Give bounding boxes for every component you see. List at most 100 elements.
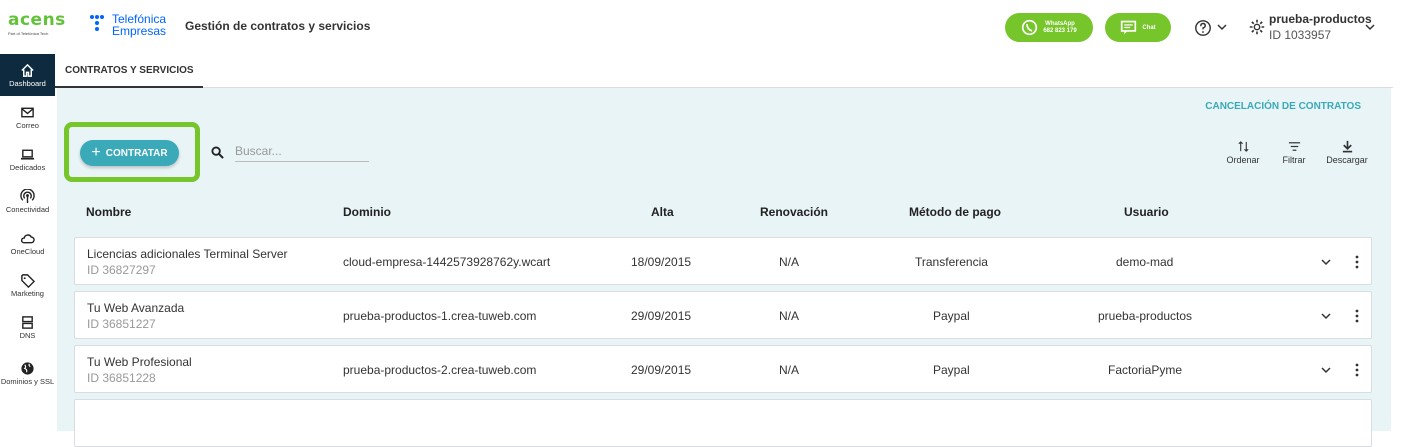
table-row[interactable]: Tu Web Profesional ID 36851228 prueba-pr… (74, 345, 1372, 393)
row-renovacion: N/A (779, 309, 800, 323)
more-options-icon[interactable] (1355, 254, 1359, 270)
table-row[interactable]: Licencias adicionales Terminal Server ID… (74, 237, 1372, 285)
signal-icon (20, 188, 35, 203)
tab-contratos-servicios[interactable]: CONTRATOS Y SERVICIOS (55, 54, 203, 88)
user-id: ID 1033957 (1269, 28, 1332, 42)
whatsapp-label: WhatsApp (1045, 20, 1075, 27)
row-domain: cloud-empresa-1442573928762y.wcart (343, 255, 551, 269)
app-title: Gestión de contratos y servicios (185, 19, 371, 33)
help-chevron-down-icon[interactable] (1217, 23, 1227, 31)
filter-button[interactable]: Filtrar (1272, 140, 1316, 165)
sidebar: Dashboard Correo Dedicados Conectividad … (0, 54, 55, 431)
column-header-alta[interactable]: Alta (651, 205, 674, 219)
sidebar-item-marketing[interactable]: Marketing (0, 264, 55, 306)
download-icon (1342, 140, 1352, 153)
server-icon (22, 315, 33, 329)
sidebar-item-dominios[interactable]: Dominios y SSL (0, 348, 55, 398)
brand-subtitle: Part of Telefónica Tech (8, 31, 49, 36)
filter-label: Filtrar (1282, 155, 1306, 165)
telefonica-dots-icon (90, 15, 108, 35)
search-input[interactable] (235, 140, 369, 162)
row-domain: prueba-productos-2.crea-tuweb.com (343, 363, 537, 377)
sidebar-item-label: DNS (19, 330, 36, 340)
column-header-metodo-pago[interactable]: Método de pago (909, 205, 1001, 219)
globe-icon (21, 361, 34, 375)
row-alta: 29/09/2015 (631, 363, 692, 377)
sidebar-item-correo[interactable]: Correo (0, 96, 55, 138)
sidebar-item-label: OneCloud (10, 246, 45, 256)
tag-icon (21, 273, 35, 288)
row-id: ID 36827297 (87, 263, 156, 277)
expand-chevron-down-icon[interactable] (1321, 312, 1331, 320)
home-icon (21, 63, 34, 77)
top-bar: acens Part of Telefónica Tech Telefónica… (0, 0, 1428, 54)
sidebar-item-label: Dashboard (9, 78, 46, 88)
sidebar-item-label: Dominios y SSL (0, 376, 55, 386)
column-header-dominio[interactable]: Dominio (343, 205, 391, 219)
filter-icon (1288, 142, 1300, 151)
row-name: Tu Web Profesional (87, 355, 192, 369)
cancel-contracts-link[interactable]: CANCELACIÓN DE CONTRATOS (1205, 101, 1361, 112)
expand-chevron-down-icon[interactable] (1321, 366, 1331, 374)
row-id: ID 36851227 (87, 317, 156, 331)
row-renovacion: N/A (779, 255, 800, 269)
laptop-icon (20, 149, 35, 160)
column-header-renovacion[interactable]: Renovación (760, 205, 828, 219)
sidebar-item-onecloud[interactable]: OneCloud (0, 222, 55, 264)
sidebar-item-dashboard[interactable]: Dashboard (0, 54, 55, 96)
chat-label: Chat (1142, 24, 1156, 31)
sort-label: Ordenar (1226, 155, 1260, 165)
row-name: Licencias adicionales Terminal Server (87, 247, 288, 261)
column-header-nombre[interactable]: Nombre (86, 205, 131, 219)
contratar-button[interactable]: + CONTRATAR (80, 140, 179, 166)
table-row[interactable]: Tu Web Avanzada ID 36851227 prueba-produ… (74, 291, 1372, 339)
whatsapp-number: 682 823 179 (1043, 27, 1077, 34)
row-domain: prueba-productos-1.crea-tuweb.com (343, 309, 537, 323)
column-header-usuario[interactable]: Usuario (1124, 205, 1169, 219)
row-metodo-pago: Paypal (933, 309, 970, 323)
row-metodo-pago: Paypal (933, 363, 970, 377)
row-usuario: demo-mad (1116, 255, 1174, 269)
user-name[interactable]: prueba-productos (1269, 12, 1372, 26)
help-icon[interactable] (1194, 19, 1212, 37)
user-menu-chevron-down-icon[interactable] (1365, 23, 1375, 31)
more-options-icon[interactable] (1355, 308, 1359, 324)
row-alta: 29/09/2015 (631, 309, 692, 323)
mail-icon (21, 107, 34, 117)
download-button[interactable]: Descargar (1322, 140, 1372, 165)
row-metodo-pago: Transferencia (915, 255, 988, 269)
row-usuario: FactoriaPyme (1108, 363, 1183, 377)
sidebar-item-conectividad[interactable]: Conectividad (0, 180, 55, 222)
row-usuario: prueba-productos (1098, 309, 1193, 323)
brand-name: acens (8, 10, 66, 30)
sidebar-item-dns[interactable]: DNS (0, 306, 55, 348)
expand-chevron-down-icon[interactable] (1321, 258, 1331, 266)
whatsapp-icon (1022, 19, 1038, 36)
main-panel: CANCELACIÓN DE CONTRATOS + CONTRATAR Ord… (57, 88, 1391, 447)
cloud-icon (20, 233, 35, 243)
table-header: Nombre Dominio Alta Renovación Método de… (57, 205, 1391, 219)
plus-icon: + (91, 144, 101, 161)
sidebar-item-label: Correo (16, 120, 39, 130)
chat-icon (1121, 20, 1137, 35)
tab-bar: CONTRATOS Y SERVICIOS (55, 54, 1393, 88)
partner-line2: Empresas (112, 24, 167, 38)
acens-logo[interactable]: acens Part of Telefónica Tech (8, 12, 70, 38)
more-options-icon[interactable] (1355, 362, 1359, 378)
download-label: Descargar (1326, 155, 1368, 165)
sidebar-item-label: Dedicados (9, 162, 46, 172)
sort-icon (1237, 141, 1249, 152)
gear-icon[interactable] (1248, 18, 1266, 36)
row-name: Tu Web Avanzada (87, 301, 185, 315)
row-alta: 18/09/2015 (631, 255, 692, 269)
search-icon (211, 146, 224, 159)
contratar-label: CONTRATAR (105, 147, 168, 159)
sidebar-item-label: Marketing (11, 288, 44, 298)
row-id: ID 36851228 (87, 371, 156, 385)
sidebar-item-dedicados[interactable]: Dedicados (0, 138, 55, 180)
table-row[interactable] (74, 399, 1372, 447)
row-renovacion: N/A (779, 363, 800, 377)
chat-button[interactable]: Chat (1105, 13, 1171, 42)
whatsapp-button[interactable]: WhatsApp 682 823 179 (1005, 13, 1093, 42)
sort-button[interactable]: Ordenar (1221, 140, 1265, 165)
